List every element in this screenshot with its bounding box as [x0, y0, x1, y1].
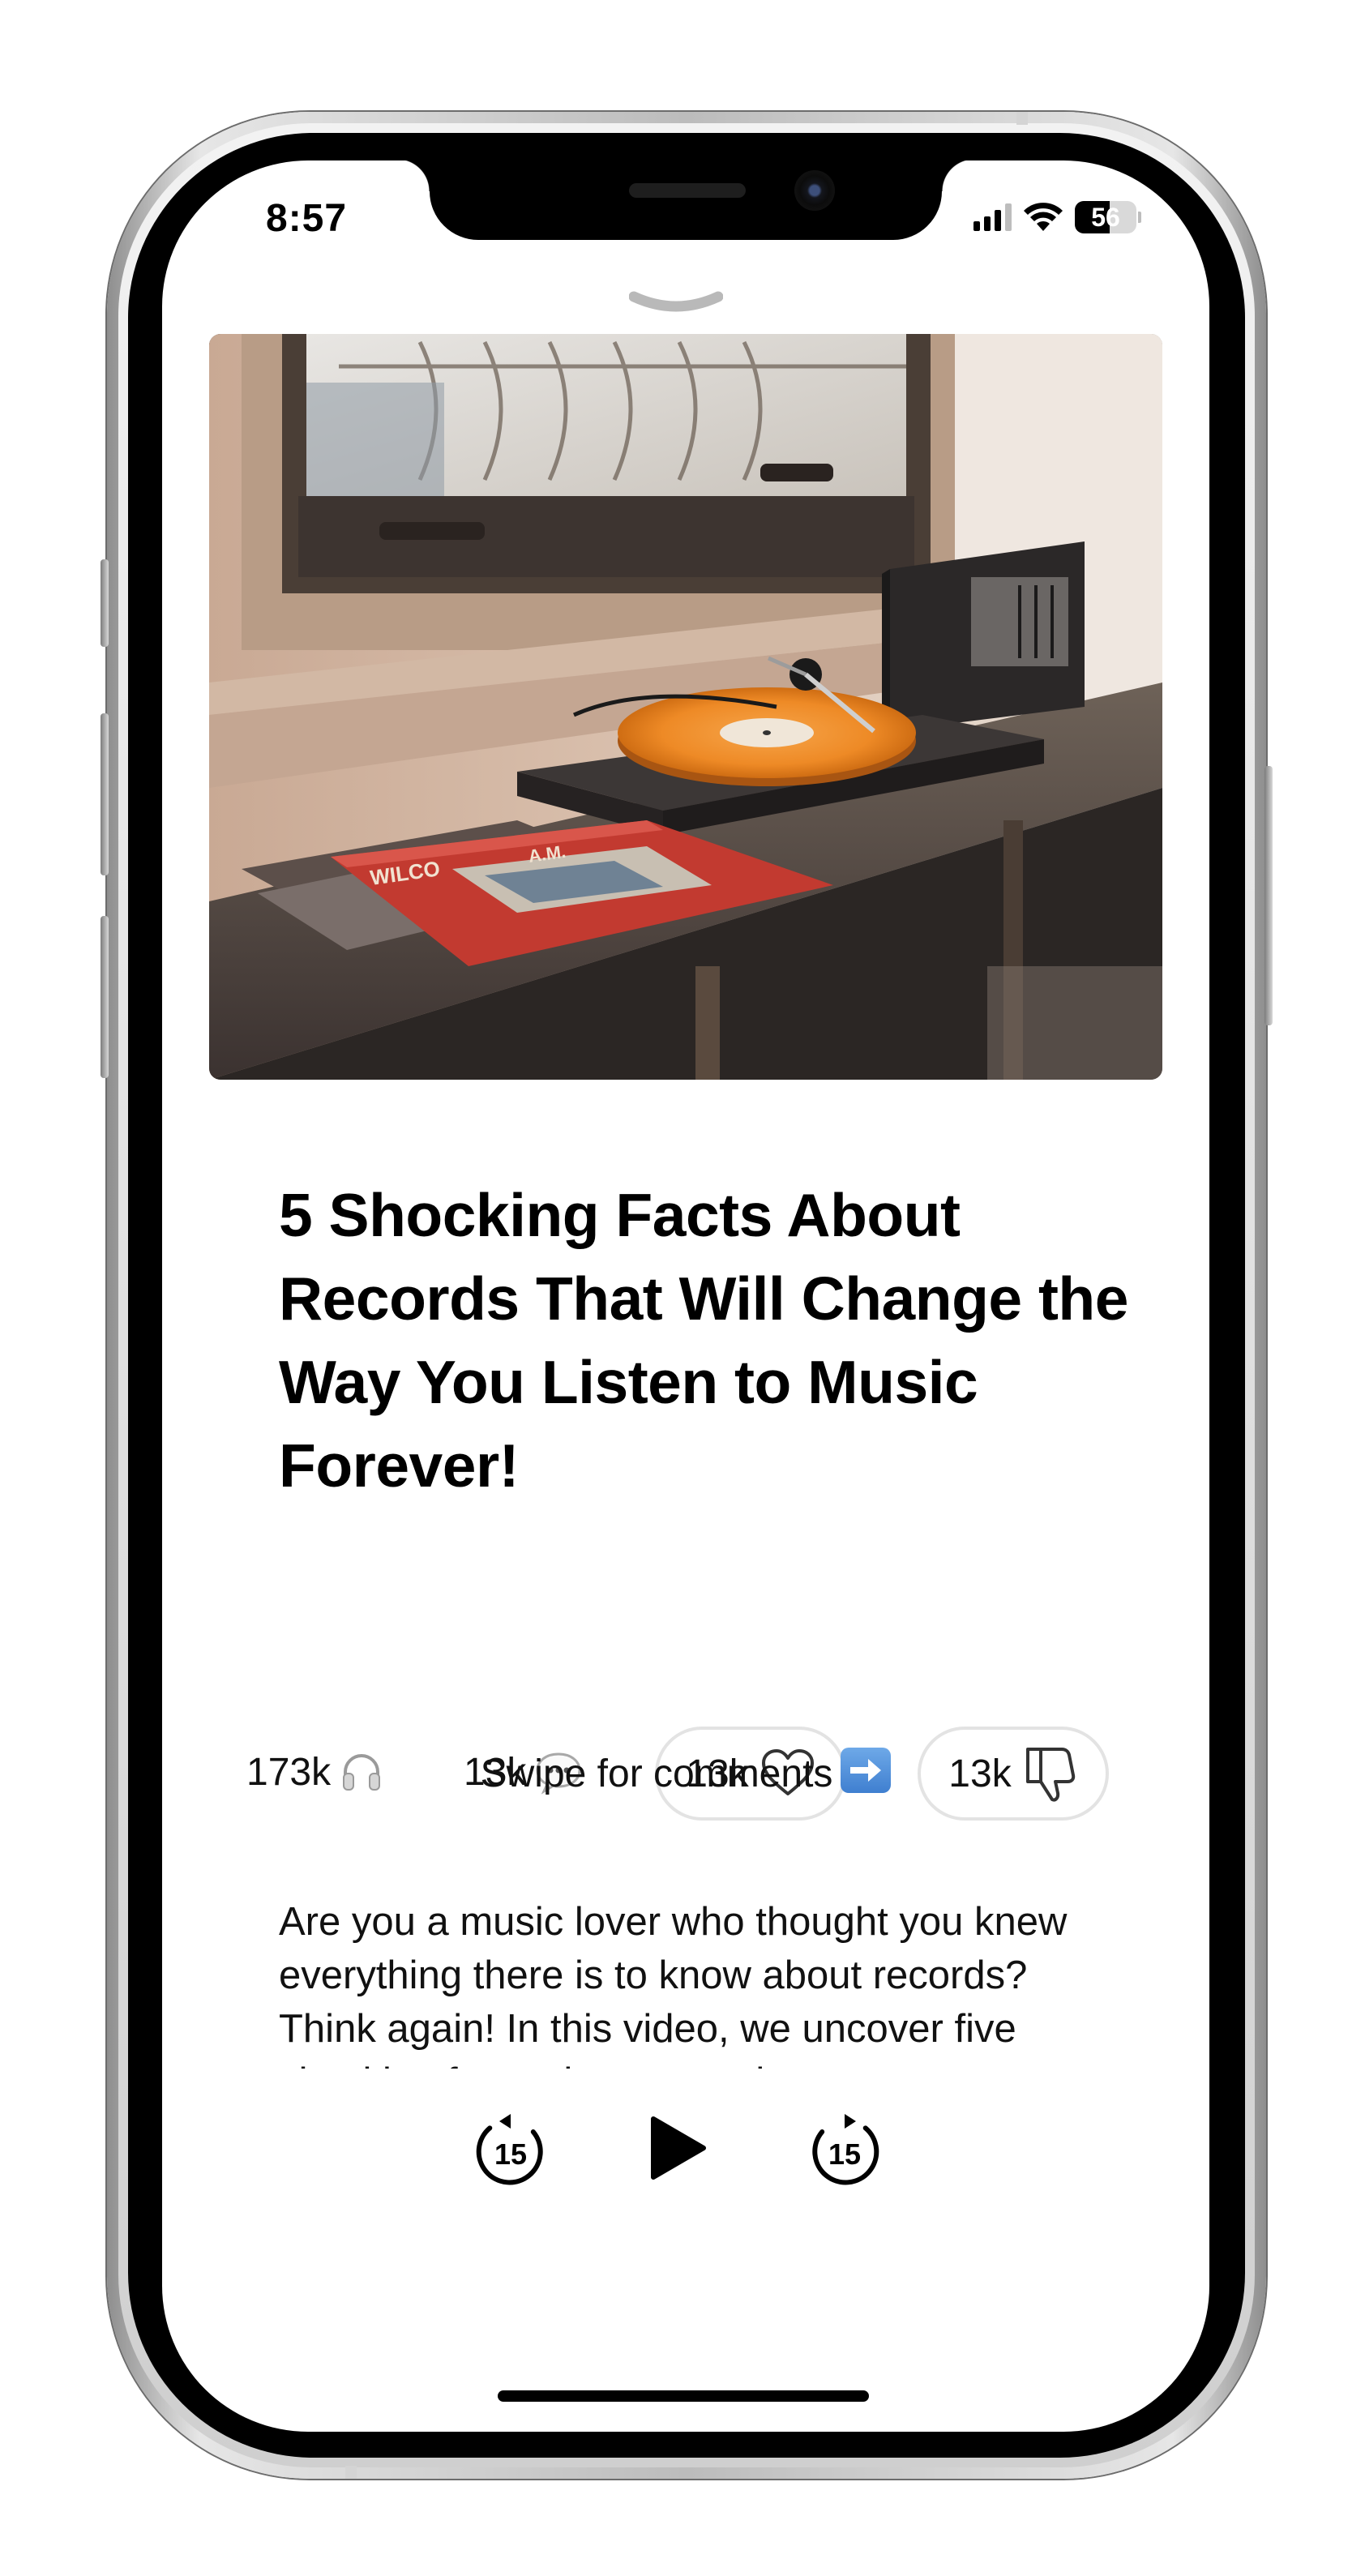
rewind-15-button[interactable]: 15 — [473, 2109, 548, 2190]
swipe-for-comments-hint[interactable]: Swipe for comments — [162, 1748, 1209, 1796]
battery-nub — [1138, 212, 1141, 223]
swipe-hint-label: Swipe for comments — [480, 1752, 833, 1795]
notch — [397, 160, 974, 240]
battery-percent: 56 — [1091, 203, 1120, 232]
episode-artwork: WILCO A.M. — [209, 334, 1162, 1080]
antenna-line — [345, 2466, 357, 2479]
screen: 8:57 56 WILCO A.M. 5 Shocking Facts Abou… — [162, 160, 1209, 2432]
silent-switch — [101, 559, 109, 647]
earpiece-speaker — [629, 183, 746, 198]
forward-label: 15 — [828, 2137, 861, 2171]
volume-up-button — [101, 713, 109, 875]
forward-15-button[interactable]: 15 — [807, 2109, 882, 2190]
front-camera — [794, 170, 835, 211]
status-icons: 56 — [973, 199, 1141, 235]
play-button[interactable] — [645, 2114, 710, 2182]
chevron-down-icon[interactable] — [629, 290, 723, 319]
signal-icon — [973, 203, 1012, 231]
volume-down-button — [101, 916, 109, 1078]
record-player-photo: WILCO A.M. — [209, 334, 1162, 1080]
home-indicator[interactable] — [498, 2390, 869, 2402]
episode-title: 5 Shocking Facts About Records That Will… — [279, 1181, 1128, 1500]
status-time: 8:57 — [266, 197, 348, 240]
description-text: Are you a music lover who thought you kn… — [279, 1900, 1068, 2069]
episode-description: Are you a music lover who thought you kn… — [279, 1895, 1098, 2069]
battery-icon: 56 — [1075, 201, 1136, 233]
right-arrow-icon — [841, 1748, 892, 1793]
wifi-icon — [1024, 203, 1063, 231]
antenna-line — [1016, 112, 1028, 125]
rewind-label: 15 — [494, 2137, 527, 2171]
power-button — [1264, 766, 1273, 1025]
